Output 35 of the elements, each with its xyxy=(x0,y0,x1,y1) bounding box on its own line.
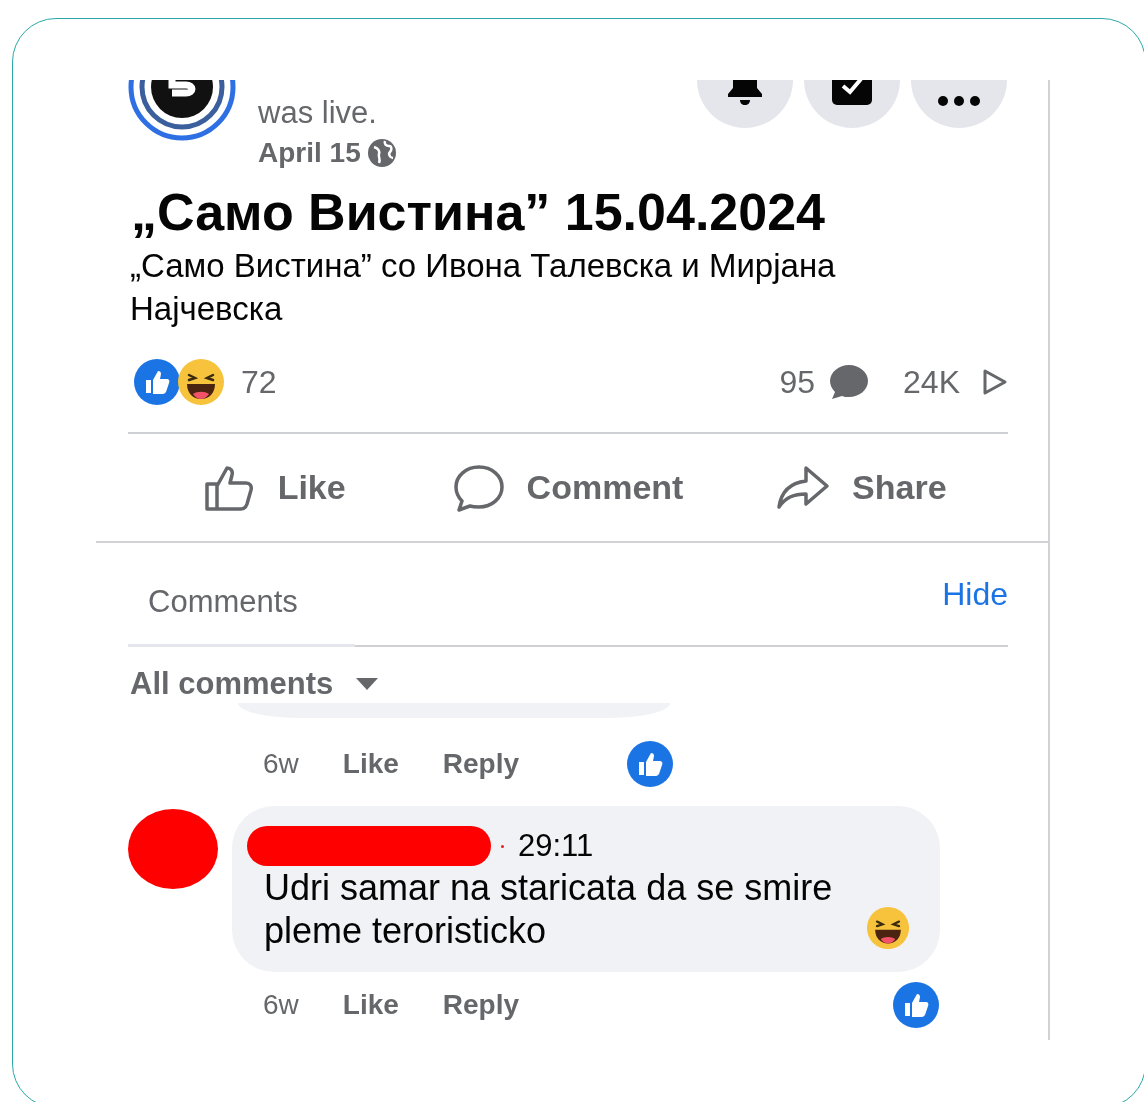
comment-age: 6w xyxy=(263,989,299,1021)
comment-bubble-icon xyxy=(829,364,870,400)
like-button[interactable]: Like xyxy=(199,457,350,518)
post-date[interactable]: April 15 xyxy=(258,133,361,173)
reply-link[interactable]: Reply xyxy=(442,748,520,780)
comment-button[interactable]: Comment xyxy=(448,457,688,518)
comment-age: 6w xyxy=(263,748,299,780)
post-title: „Само Вистина” 15.04.2024 xyxy=(131,184,826,240)
more-icon xyxy=(937,96,981,106)
reply-link[interactable]: Reply xyxy=(442,989,520,1021)
sort-dropdown[interactable]: All comments xyxy=(130,666,334,702)
share-icon xyxy=(776,464,831,511)
comment-text: Udri samar na staricata da se smire pleme teroristicko xyxy=(264,866,834,952)
reaction-count: 72 xyxy=(241,363,277,401)
post-description: „Само Вистина” со Ивона Талевска и Мирјана Најчевска xyxy=(130,246,837,329)
comment-count: 95 xyxy=(779,363,816,401)
hide-link[interactable]: Hide xyxy=(942,576,1008,645)
globe-icon xyxy=(366,138,397,168)
status-text: was live. xyxy=(258,95,378,131)
dropdown-caret-icon[interactable] xyxy=(355,677,380,691)
share-button[interactable]: Share xyxy=(772,458,951,517)
comments-tab[interactable]: Comments xyxy=(128,576,355,647)
separator-dot xyxy=(501,844,504,848)
view-count: 24K xyxy=(903,363,960,401)
like-link[interactable]: Like xyxy=(342,989,399,1021)
like-count-icon xyxy=(892,981,940,1029)
thumbs-up-icon xyxy=(203,463,256,512)
laughing-emoji-icon xyxy=(866,906,910,950)
play-icon xyxy=(982,368,1008,396)
like-reaction-icon xyxy=(133,358,181,406)
comment-icon xyxy=(452,463,505,512)
haha-reaction-icon xyxy=(177,358,225,406)
like-count-icon xyxy=(626,740,674,788)
comment-time: 29:11 xyxy=(518,828,594,864)
like-link[interactable]: Like xyxy=(342,748,399,780)
